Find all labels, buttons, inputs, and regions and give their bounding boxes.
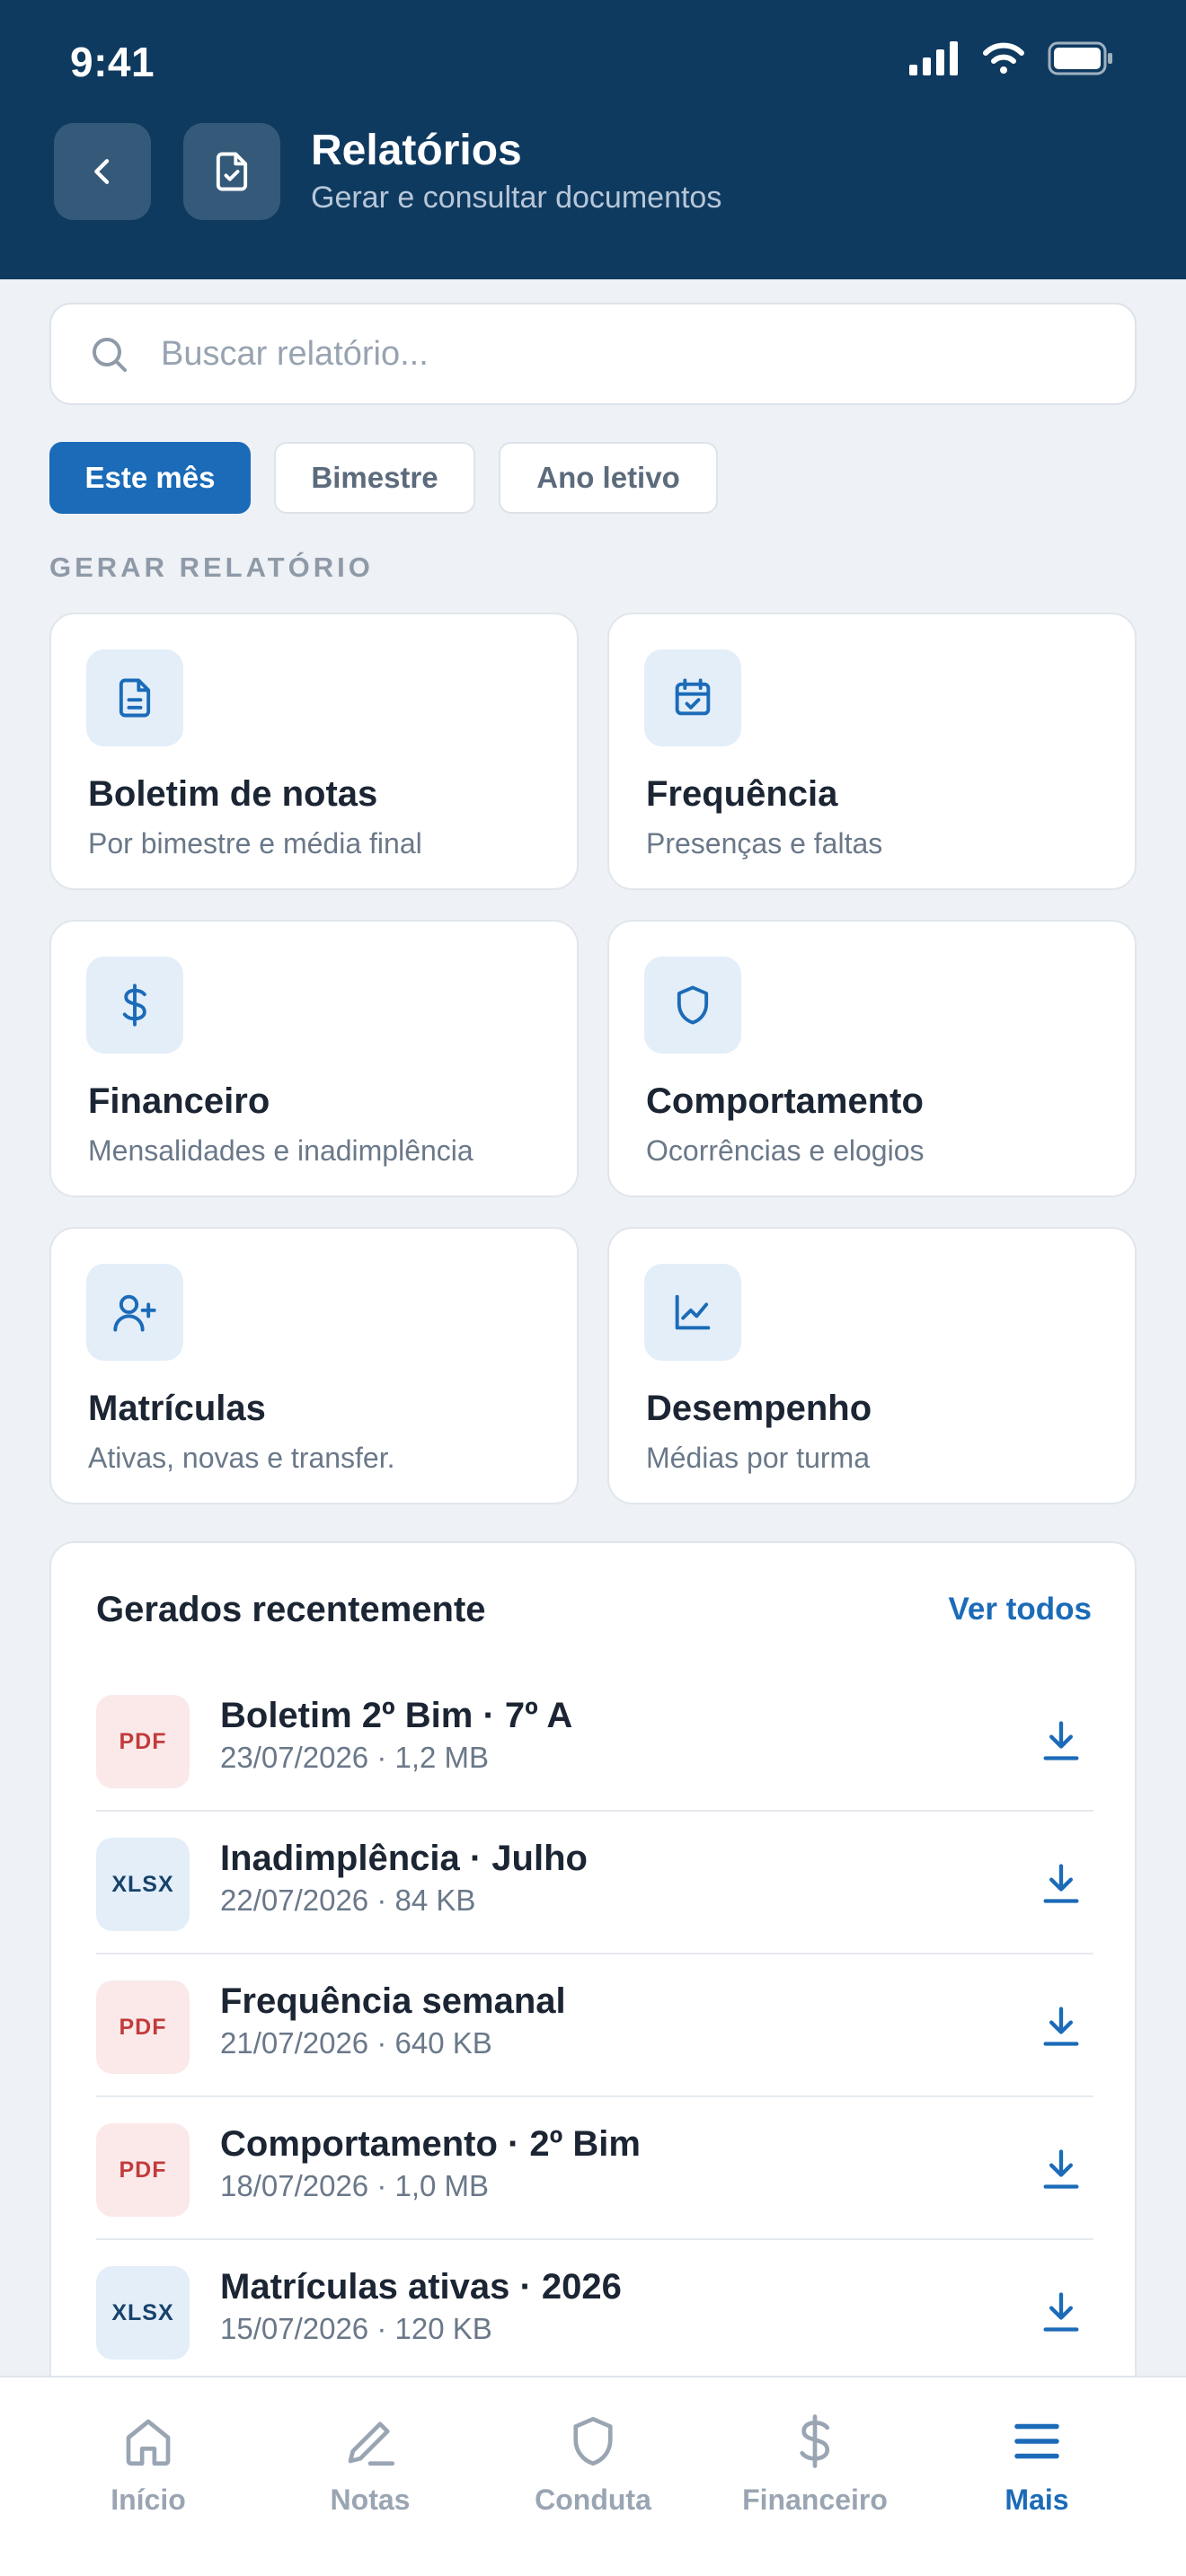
card-subtitle: Presenças e faltas: [646, 827, 883, 860]
recent-title: Gerados recentemente: [96, 1590, 486, 1629]
report-meta: 15/07/2026 · 120 KB: [220, 2312, 492, 2345]
recent-report-row[interactable]: PDF Boletim 2º Bim · 7º A 23/07/2026 · 1…: [96, 1669, 1093, 1812]
report-name: Inadimplência · Julho: [220, 1839, 588, 1878]
download-button[interactable]: [1029, 1851, 1093, 1916]
menu-icon: [1014, 2423, 1059, 2459]
report-meta: 21/07/2026 · 640 KB: [220, 2026, 492, 2060]
bottom-tab-bar: Início Notas Conduta Financeiro Mais: [0, 2376, 1186, 2576]
back-button[interactable]: [54, 123, 151, 220]
tab-label: Início: [111, 2483, 186, 2516]
card-title: Matrículas: [88, 1389, 266, 1428]
home-icon: [126, 2419, 171, 2466]
report-name: Frequência semanal: [220, 1981, 566, 2021]
tab-label: Notas: [330, 2483, 411, 2516]
dollar-icon: [800, 2414, 830, 2468]
filter-chip-bimestre[interactable]: Bimestre: [274, 442, 475, 514]
tab-notas[interactable]: Notas: [280, 2412, 460, 2517]
card-title: Boletim de notas: [88, 774, 378, 814]
tab-financeiro[interactable]: Financeiro: [725, 2412, 905, 2517]
tab-mais[interactable]: Mais: [947, 2412, 1127, 2517]
report-name: Boletim 2º Bim · 7º A: [220, 1696, 573, 1735]
card-subtitle: Médias por turma: [646, 1442, 870, 1474]
app-header: 9:41 Relatórios Gerar e consultar docume…: [0, 0, 1186, 279]
search-input[interactable]: [161, 334, 1059, 374]
file-check-icon: [216, 152, 248, 191]
battery-icon: [1048, 41, 1112, 75]
reports-icon-button: [183, 123, 280, 220]
card-icon-container: [86, 649, 183, 746]
chevron-left-icon: [94, 159, 110, 184]
tab-label: Conduta: [535, 2483, 651, 2516]
signal-icon: [909, 41, 958, 75]
report-card-financeiro[interactable]: Financeiro Mensalidades e inadimplência: [49, 920, 579, 1197]
download-icon: [1043, 2007, 1079, 2046]
pencil-icon: [348, 2422, 395, 2466]
download-icon: [1043, 1864, 1079, 1903]
file-type-badge: PDF: [96, 1981, 190, 2074]
user-plus-icon: [113, 1294, 156, 1332]
download-icon: [1043, 2149, 1079, 2189]
status-icons: [909, 41, 1114, 75]
card-icon-container: [644, 649, 741, 746]
recent-reports-panel: Gerados recentemente Ver todos PDF Bolet…: [49, 1541, 1137, 2439]
filter-chip-este-mes[interactable]: Este mês: [49, 442, 251, 514]
report-meta: 22/07/2026 · 84 KB: [220, 1883, 476, 1917]
report-card-comportamento[interactable]: Comportamento Ocorrências e elogios: [607, 920, 1137, 1197]
tab-conduta[interactable]: Conduta: [503, 2412, 683, 2517]
search-bar[interactable]: [49, 303, 1137, 405]
report-card-matriculas[interactable]: Matrículas Ativas, novas e transfer.: [49, 1227, 579, 1504]
card-subtitle: Por bimestre e média final: [88, 827, 422, 860]
wifi-icon: [983, 42, 1024, 74]
file-type-badge: PDF: [96, 1695, 190, 1788]
report-card-frequencia[interactable]: Frequência Presenças e faltas: [607, 613, 1137, 890]
download-icon: [1043, 1721, 1079, 1760]
download-icon: [1043, 2292, 1079, 2332]
download-button[interactable]: [1029, 1994, 1093, 2059]
dollar-icon: [122, 984, 146, 1027]
card-subtitle: Ocorrências e elogios: [646, 1134, 925, 1167]
search-icon: [93, 338, 127, 372]
status-time: 9:41: [70, 39, 155, 85]
card-icon-container: [644, 957, 741, 1054]
file-type-badge: XLSX: [96, 1838, 190, 1931]
shield-icon: [677, 985, 709, 1025]
card-title: Desempenho: [646, 1389, 872, 1428]
card-title: Frequência: [646, 774, 838, 814]
recent-report-row[interactable]: XLSX Matrículas ativas · 2026 15/07/2026…: [96, 2240, 1093, 2383]
report-meta: 18/07/2026 · 1,0 MB: [220, 2169, 490, 2202]
file-type-badge: XLSX: [96, 2266, 190, 2360]
report-name: Comportamento · 2º Bim: [220, 2124, 641, 2164]
report-card-boletim[interactable]: Boletim de notas Por bimestre e média fi…: [49, 613, 579, 890]
download-button[interactable]: [1029, 2280, 1093, 2344]
calendar-check-icon: [675, 678, 711, 716]
view-all-link[interactable]: Ver todos: [949, 1592, 1092, 1628]
shield-icon: [573, 2416, 613, 2466]
file-text-icon: [119, 678, 151, 718]
report-name: Matrículas ativas · 2026: [220, 2267, 622, 2307]
card-title: Comportamento: [646, 1081, 924, 1121]
card-subtitle: Ativas, novas e transfer.: [88, 1442, 395, 1474]
card-title: Financeiro: [88, 1081, 270, 1121]
tab-label: Mais: [1005, 2483, 1069, 2516]
card-icon-container: [644, 1264, 741, 1361]
tab-label: Financeiro: [742, 2483, 888, 2516]
report-card-desempenho[interactable]: Desempenho Médias por turma: [607, 1227, 1137, 1504]
card-icon-container: [86, 1264, 183, 1361]
tab-inicio[interactable]: Início: [58, 2412, 238, 2517]
recent-report-row[interactable]: XLSX Inadimplência · Julho 22/07/2026 · …: [96, 1812, 1093, 1954]
download-button[interactable]: [1029, 2137, 1093, 2201]
filter-chip-ano-letivo[interactable]: Ano letivo: [499, 442, 718, 514]
card-icon-container: [86, 957, 183, 1054]
page-title: Relatórios: [311, 127, 522, 174]
line-chart-icon: [675, 1294, 711, 1330]
report-meta: 23/07/2026 · 1,2 MB: [220, 1741, 490, 1774]
recent-report-row[interactable]: PDF Comportamento · 2º Bim 18/07/2026 · …: [96, 2097, 1093, 2240]
page-subtitle: Gerar e consultar documentos: [311, 181, 722, 215]
download-button[interactable]: [1029, 1708, 1093, 1773]
card-subtitle: Mensalidades e inadimplência: [88, 1134, 474, 1167]
file-type-badge: PDF: [96, 2123, 190, 2217]
section-label-generate: GERAR RELATÓRIO: [49, 551, 374, 583]
recent-report-row[interactable]: PDF Frequência semanal 21/07/2026 · 640 …: [96, 1954, 1093, 2097]
